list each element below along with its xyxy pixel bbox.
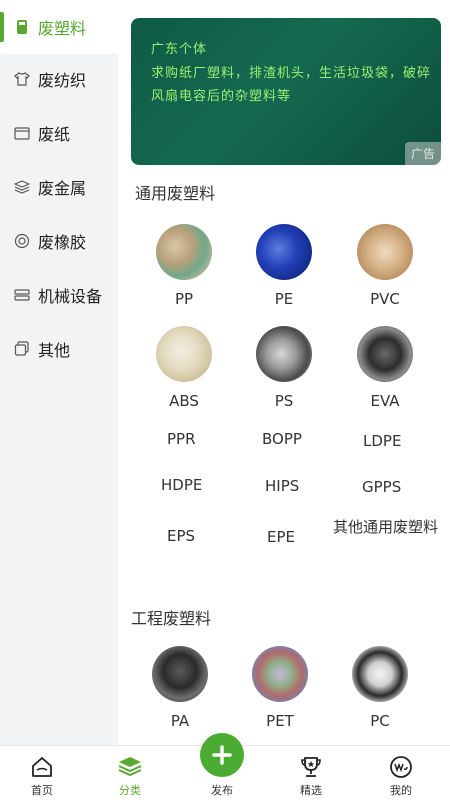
category-ppr[interactable]: PPR [167, 430, 196, 448]
pc-thumbnail [352, 646, 408, 702]
tshirt-icon [14, 71, 30, 87]
tab-label: 我的 [390, 784, 412, 797]
category-sidebar: 废塑料 废纺织 废纸 废金属 废橡胶 机械设备 其他 [0, 0, 118, 745]
section-title-general: 通用废塑料 [135, 184, 216, 203]
category-label: EVA [370, 392, 400, 410]
sidebar-item-waste-rubber[interactable]: 废橡胶 [0, 214, 118, 268]
category-abs[interactable]: ABS [134, 326, 234, 410]
category-hdpe[interactable]: HDPE [161, 476, 202, 494]
ad-description: 求购纸厂塑料，排渣机头，生活垃圾袋，破碎风扇电容后的杂塑料等 [151, 66, 432, 104]
sidebar-item-label: 废橡胶 [38, 233, 87, 252]
pa-thumbnail [152, 646, 208, 702]
pe-thumbnail [256, 224, 312, 280]
home-icon [29, 754, 55, 780]
section-title-engineering: 工程废塑料 [131, 609, 212, 628]
cup-icon [14, 19, 30, 35]
tab-label: 分类 [119, 784, 141, 797]
category-pc[interactable]: PC [330, 646, 430, 730]
ad-title: 广东个体 [151, 42, 208, 57]
category-bopp[interactable]: BOPP [262, 430, 302, 448]
sidebar-item-label: 废纺织 [38, 71, 87, 90]
category-label: PA [170, 712, 190, 730]
category-pp[interactable]: PP [134, 224, 234, 308]
tab-label: 精选 [300, 784, 322, 797]
sidebar-item-label: 废纸 [38, 125, 71, 144]
publish-label[interactable]: 发布 [200, 782, 244, 798]
tab-category[interactable]: 分类 [90, 746, 170, 800]
pp-thumbnail [156, 224, 212, 280]
category-hips[interactable]: HIPS [265, 477, 299, 495]
category-pet[interactable]: PET [230, 646, 330, 730]
sidebar-item-other[interactable]: 其他 [0, 322, 118, 376]
category-pe[interactable]: PE [234, 224, 334, 308]
copy-icon [14, 341, 30, 357]
tab-mine[interactable]: 我的 [361, 746, 441, 800]
plus-icon [212, 745, 232, 765]
category-gpps[interactable]: GPPS [362, 478, 401, 496]
category-label: ABS [169, 392, 199, 410]
tab-featured[interactable]: 精选 [271, 746, 351, 800]
category-label: PP [174, 290, 194, 308]
machine-icon [14, 287, 30, 303]
ps-thumbnail [256, 326, 312, 382]
publish-button[interactable] [200, 733, 244, 777]
trophy-icon [298, 754, 324, 780]
ad-tag: 广告 [404, 142, 441, 165]
category-other-general[interactable]: 其他通用废塑料 [333, 517, 441, 538]
ad-banner[interactable]: 广东个体 求购纸厂塑料，排渣机头，生活垃圾袋，破碎风扇电容后的杂塑料等 广告 [131, 18, 441, 165]
eva-thumbnail [357, 326, 413, 382]
category-label: PE [274, 290, 294, 308]
profile-icon [388, 754, 414, 780]
category-ldpe[interactable]: LDPE [363, 432, 401, 450]
active-indicator [0, 12, 4, 42]
sidebar-item-label: 机械设备 [38, 287, 103, 306]
category-eva[interactable]: EVA [335, 326, 435, 410]
sidebar-item-waste-metal[interactable]: 废金属 [0, 160, 118, 214]
category-label: PS [274, 392, 294, 410]
tab-home[interactable]: 首页 [2, 746, 82, 800]
sidebar-item-label: 废塑料 [38, 19, 87, 38]
category-pvc[interactable]: PVC [335, 224, 435, 308]
sidebar-item-label: 其他 [38, 341, 71, 360]
abs-thumbnail [156, 326, 212, 382]
pvc-thumbnail [357, 224, 413, 280]
sidebar-item-label: 废金属 [38, 179, 87, 198]
box-icon [14, 125, 30, 141]
category-eps[interactable]: EPS [167, 527, 195, 545]
category-pa[interactable]: PA [130, 646, 230, 730]
layers-icon [14, 179, 30, 195]
sidebar-item-waste-paper[interactable]: 废纸 [0, 106, 118, 160]
pet-thumbnail [252, 646, 308, 702]
sidebar-item-waste-plastic[interactable]: 废塑料 [0, 0, 118, 54]
category-label: PC [370, 712, 390, 730]
category-label: PVC [370, 290, 400, 308]
tire-icon [14, 233, 30, 249]
category-ps[interactable]: PS [234, 326, 334, 410]
category-icon [117, 754, 143, 780]
sidebar-item-waste-textile[interactable]: 废纺织 [0, 52, 118, 106]
sidebar-item-machinery[interactable]: 机械设备 [0, 268, 118, 322]
category-epe[interactable]: EPE [267, 528, 295, 546]
tab-label: 首页 [31, 784, 53, 797]
category-label: PET [266, 712, 294, 730]
